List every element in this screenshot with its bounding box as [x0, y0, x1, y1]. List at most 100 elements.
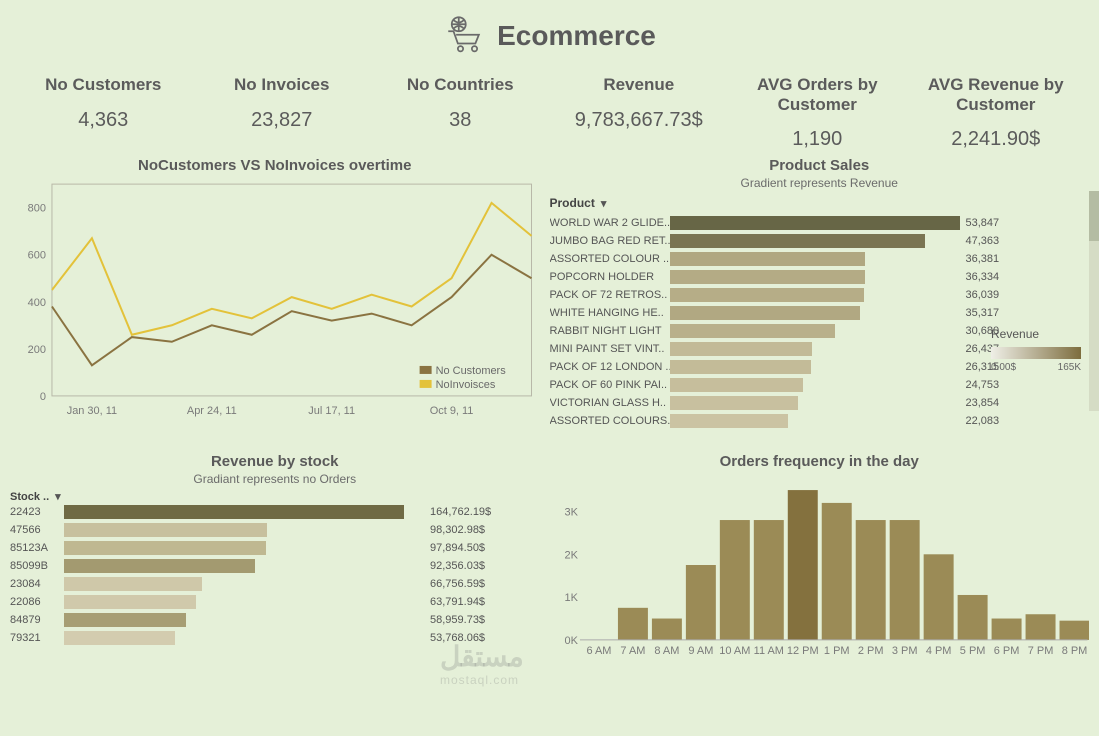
frequency-bar[interactable]: [685, 565, 715, 640]
product-bar: [670, 414, 960, 428]
frequency-bar[interactable]: [821, 503, 851, 640]
svg-text:Apr 24, 11: Apr 24, 11: [187, 405, 237, 417]
sort-desc-icon[interactable]: ▾: [601, 197, 607, 210]
kpi-label: No Invoices: [193, 75, 372, 95]
product-bar: [670, 378, 960, 392]
stock-value: 53,768.06$: [430, 632, 485, 644]
kpi-value: 1,190: [728, 128, 907, 151]
scroll-thumb[interactable]: [1089, 191, 1099, 241]
stock-value: 92,356.03$: [430, 560, 485, 572]
product-row[interactable]: ASSORTED COLOURS.. 22,083: [550, 412, 1090, 430]
product-sales-list: WORLD WAR 2 GLIDE.. 53,847JUMBO BAG RED …: [550, 214, 1090, 434]
product-row[interactable]: WORLD WAR 2 GLIDE.. 53,847: [550, 214, 1090, 232]
svg-text:Jan 30, 11: Jan 30, 11: [67, 405, 117, 417]
product-name: ASSORTED COLOUR ..: [550, 253, 670, 265]
frequency-bar[interactable]: [753, 520, 783, 640]
svg-text:2K: 2K: [564, 549, 578, 561]
kpi-value: 4,363: [14, 109, 193, 132]
product-bar: [670, 270, 960, 284]
svg-text:8 PM: 8 PM: [1061, 645, 1087, 657]
product-row[interactable]: WHITE HANGING HE.. 35,317: [550, 304, 1090, 322]
svg-text:1 PM: 1 PM: [823, 645, 849, 657]
product-row[interactable]: POPCORN HOLDER 36,334: [550, 268, 1090, 286]
product-row[interactable]: VICTORIAN GLASS H.. 23,854: [550, 394, 1090, 412]
stock-row[interactable]: 85099B 92,356.03$: [10, 557, 540, 575]
svg-text:12 PM: 12 PM: [786, 645, 818, 657]
svg-text:200: 200: [28, 344, 46, 356]
product-name: POPCORN HOLDER: [550, 271, 670, 283]
legend-min: 0.00$: [991, 362, 1016, 373]
stock-code: 22086: [10, 596, 64, 608]
frequency-bar[interactable]: [719, 520, 749, 640]
svg-text:6 AM: 6 AM: [586, 645, 611, 657]
product-sales-panel: Product Sales Gradient represents Revenu…: [550, 157, 1090, 447]
stock-row[interactable]: 79321 53,768.06$: [10, 629, 540, 647]
gradient-bar: [991, 347, 1081, 359]
kpi-value: 38: [371, 109, 550, 132]
orders-frequency-chart[interactable]: 0K1K2K3K 6 AM7 AM8 AM9 AM10 AM11 AM12 PM…: [550, 472, 1090, 662]
line-chart[interactable]: 0200400600800 Jan 30, 11Apr 24, 11Jul 17…: [10, 176, 540, 436]
stock-row[interactable]: 85123A 97,894.50$: [10, 539, 540, 557]
stock-value: 58,959.73$: [430, 614, 485, 626]
product-value: 36,039: [966, 289, 1000, 301]
svg-text:0: 0: [40, 391, 46, 403]
frequency-bar[interactable]: [1059, 621, 1089, 640]
product-row[interactable]: ASSORTED COLOUR .. 36,381: [550, 250, 1090, 268]
product-name: PACK OF 60 PINK PAI..: [550, 379, 670, 391]
product-column-label: Product: [550, 196, 595, 210]
product-sales-title: Product Sales: [550, 157, 1090, 174]
revenue-legend-title: Revenue: [991, 327, 1091, 341]
svg-text:4 PM: 4 PM: [925, 645, 951, 657]
frequency-bar[interactable]: [991, 619, 1021, 640]
kpi-label: No Customers: [14, 75, 193, 95]
frequency-bar[interactable]: [889, 520, 919, 640]
stock-code: 85099B: [10, 560, 64, 572]
svg-text:3K: 3K: [564, 507, 578, 519]
frequency-bar[interactable]: [1025, 614, 1055, 640]
kpi-card: Revenue9,783,667.73$: [550, 75, 729, 151]
stock-column-header[interactable]: Stock .. ▾: [10, 490, 540, 503]
stock-row[interactable]: 84879 58,959.73$: [10, 611, 540, 629]
product-name: VICTORIAN GLASS H..: [550, 397, 670, 409]
product-row[interactable]: JUMBO BAG RED RET.. 47,363: [550, 232, 1090, 250]
stock-value: 66,756.59$: [430, 578, 485, 590]
frequency-bar[interactable]: [923, 554, 953, 640]
kpi-card: No Invoices23,827: [193, 75, 372, 151]
product-column-header[interactable]: Product ▾: [550, 194, 1090, 214]
stock-row[interactable]: 22423 164,762.19$: [10, 503, 540, 521]
stock-bar: [64, 577, 424, 591]
svg-text:7 AM: 7 AM: [620, 645, 645, 657]
dashboard-header: Ecommerce: [0, 0, 1099, 67]
kpi-label: No Countries: [371, 75, 550, 95]
stock-value: 63,791.94$: [430, 596, 485, 608]
product-sales-subtitle: Gradient represents Revenue: [550, 176, 1090, 190]
product-bar: [670, 306, 960, 320]
frequency-bar[interactable]: [787, 490, 817, 640]
product-bar: [670, 324, 960, 338]
kpi-value: 2,241.90$: [907, 128, 1086, 151]
kpi-label: Revenue: [550, 75, 729, 95]
product-bar: [670, 234, 960, 248]
product-row[interactable]: PACK OF 72 RETROS.. 36,039: [550, 286, 1090, 304]
product-value: 22,083: [966, 415, 1000, 427]
product-row[interactable]: PACK OF 60 PINK PAI.. 24,753: [550, 376, 1090, 394]
frequency-bar[interactable]: [651, 619, 681, 640]
legend-customers: No Customers: [436, 365, 507, 377]
frequency-bar[interactable]: [617, 608, 647, 640]
stock-row[interactable]: 22086 63,791.94$: [10, 593, 540, 611]
product-bar: [670, 342, 960, 356]
stock-row[interactable]: 47566 98,302.98$: [10, 521, 540, 539]
stock-row[interactable]: 23084 66,756.59$: [10, 575, 540, 593]
legend-invoices: NoInvoisces: [436, 379, 496, 391]
line-chart-panel: NoCustomers VS NoInvoices overtime 02004…: [10, 157, 540, 447]
stock-bar: [64, 559, 424, 573]
product-value: 47,363: [966, 235, 1000, 247]
svg-text:800: 800: [28, 203, 46, 215]
product-value: 24,753: [966, 379, 1000, 391]
kpi-label: AVG Revenue by Customer: [907, 75, 1086, 114]
frequency-bar[interactable]: [855, 520, 885, 640]
scrollbar[interactable]: [1089, 191, 1099, 411]
sort-desc-icon[interactable]: ▾: [55, 490, 61, 503]
frequency-bar[interactable]: [957, 595, 987, 640]
stock-column-label: Stock ..: [10, 491, 49, 503]
